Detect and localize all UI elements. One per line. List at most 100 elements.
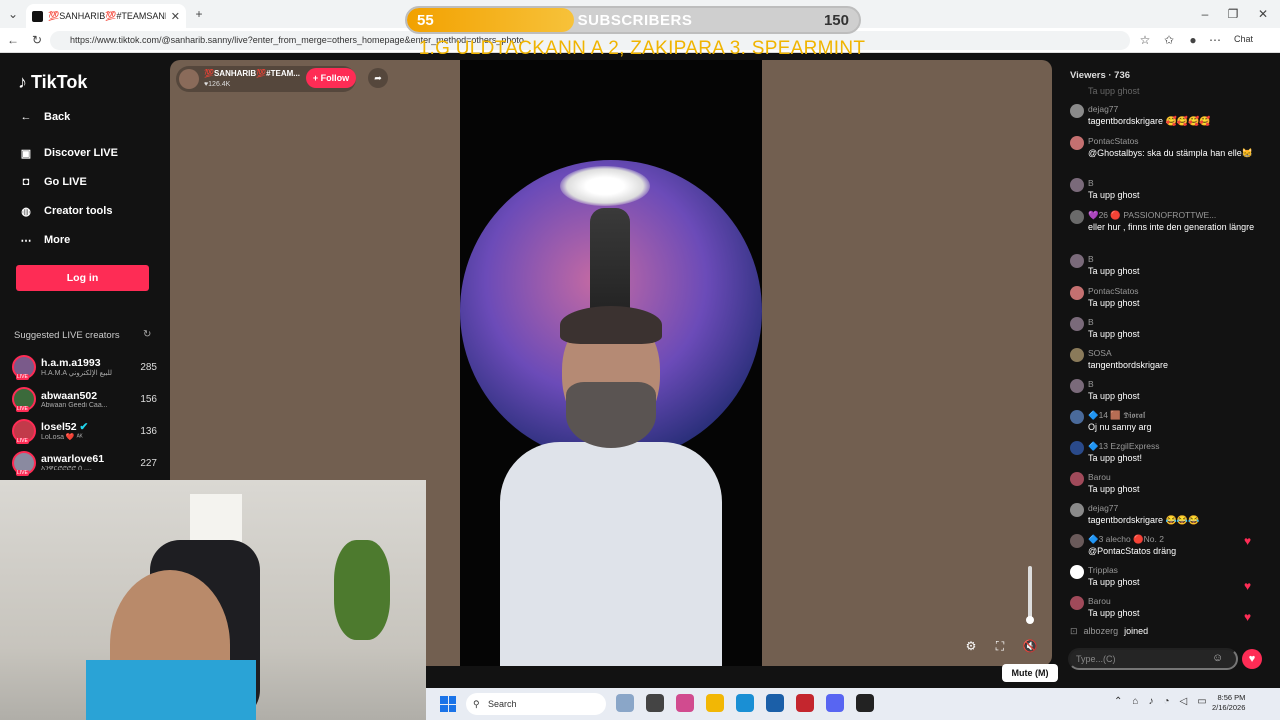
chat-username[interactable]: B (1088, 379, 1094, 389)
nav-discover-live[interactable]: ▣ Discover LIVE (18, 145, 118, 161)
live-video[interactable] (460, 60, 762, 666)
refresh-icon[interactable]: ↻ (143, 329, 151, 340)
window-close-icon[interactable]: ✕ (1254, 5, 1272, 23)
share-icon[interactable]: ➦ (368, 68, 388, 88)
file-explorer-icon[interactable] (706, 694, 724, 712)
avatar[interactable] (1070, 317, 1084, 331)
chat-username[interactable]: Tripplas (1088, 565, 1118, 575)
close-tab-icon[interactable]: ✕ (171, 10, 180, 23)
chat-text: Ta upp ghost (1088, 266, 1140, 276)
edge-icon[interactable] (736, 694, 754, 712)
avatar[interactable] (1070, 441, 1084, 455)
reload-icon[interactable]: ↻ (28, 31, 46, 49)
avatar[interactable] (1070, 379, 1084, 393)
avatar[interactable] (1070, 410, 1084, 424)
chat-username[interactable]: PontacStatos (1088, 136, 1139, 146)
chat-username[interactable]: dejag77 (1088, 104, 1118, 114)
mute-speaker-icon[interactable]: 🔇 (1020, 636, 1040, 656)
volume-slider[interactable] (1028, 566, 1032, 622)
windows-start-icon[interactable] (440, 696, 456, 712)
obs-icon[interactable] (856, 694, 874, 712)
profile-icon[interactable]: ● (1184, 31, 1202, 49)
avatar[interactable] (1070, 534, 1084, 548)
maximize-icon[interactable]: ❐ (1224, 5, 1242, 23)
avatar: LIVE (12, 387, 36, 412)
gift-heart-icon[interactable]: ♥ (1242, 649, 1262, 669)
chat-text: Ta upp ghost (1088, 190, 1140, 200)
chat-username[interactable]: 🔷3 alecho 🔴No. 2 (1088, 534, 1164, 545)
favorites-icon[interactable]: ✩ (1160, 31, 1178, 49)
avatar[interactable] (1070, 472, 1084, 486)
settings-gear-icon[interactable]: ⚙ (961, 636, 981, 656)
tab-search-icon[interactable]: ⌄ (4, 5, 22, 23)
host-avatar[interactable] (179, 69, 199, 89)
taskbar-search[interactable]: ⚲ Search (466, 693, 606, 715)
avatar[interactable] (1070, 104, 1084, 118)
browser-tab[interactable]: 💯SANHARIB💯#TEAMSANHARIB ✕ (26, 4, 186, 28)
speaker-icon[interactable]: ◁ (1179, 696, 1187, 707)
bulb-icon: ◍ (21, 205, 31, 218)
chat-username[interactable]: B (1088, 178, 1094, 188)
follow-button[interactable]: + Follow (306, 68, 356, 88)
chat-username[interactable]: dejag77 (1088, 503, 1118, 513)
back-label: Back (44, 111, 71, 123)
calendar-icon: ▣ (20, 147, 32, 160)
viewer-count-header[interactable]: Viewers · 736 (1070, 70, 1130, 81)
battery-icon[interactable]: ▭ (1197, 696, 1206, 707)
volume-knob[interactable] (1026, 616, 1034, 624)
avatar[interactable] (1070, 596, 1084, 610)
taskbar-clock[interactable]: 8:56 PM 2/16/2026 (1212, 693, 1245, 713)
minimize-icon[interactable]: – (1196, 5, 1214, 23)
avatar[interactable] (1070, 565, 1084, 579)
chat-username[interactable]: SOSA (1088, 348, 1112, 358)
network-icon[interactable]: ⌂ (1132, 696, 1138, 707)
system-tray[interactable]: ⌃ ⌂ ♪ ◔ ◁ ▭ (1114, 696, 1207, 707)
creator-item[interactable]: LIVE losel52 ✔ LoLosa ❤️ ᴬᴷ 136 (12, 417, 157, 445)
store-icon[interactable] (766, 694, 784, 712)
chat-username[interactable]: PontacStatos (1088, 286, 1139, 296)
discord-icon[interactable] (826, 694, 844, 712)
chat-username[interactable]: 🔷13 EzgilExpress (1088, 441, 1160, 452)
nav-go-live[interactable]: ◘ Go LIVE (18, 174, 87, 190)
back-button[interactable]: ← Back (18, 109, 71, 125)
fullscreen-icon[interactable]: ⛶ (990, 636, 1010, 656)
joined-user[interactable]: albozerg (1084, 626, 1119, 637)
chat-username[interactable]: Barou (1088, 596, 1111, 606)
bookmark-star-icon[interactable]: ☆ (1136, 31, 1154, 49)
menu-dots-icon[interactable]: ⋯ (1206, 31, 1224, 49)
avatar[interactable] (1070, 210, 1084, 224)
chat-username[interactable]: 💜26 🔴 PASSIONOFROTTWE... (1088, 210, 1216, 221)
creator-item[interactable]: LIVE anwarlove61 አንዋርሮሮሮሮ ሰ .... 227 (12, 449, 157, 477)
creator-item[interactable]: LIVE abwaan502 Abwaan Geedi Caa... 156 (12, 385, 157, 413)
tiktok-logo[interactable]: ♪ TikTok (18, 72, 87, 93)
nav-creator-tools[interactable]: ◍ Creator tools (18, 203, 112, 219)
copilot-icon[interactable] (676, 694, 694, 712)
chevron-up-icon[interactable]: ⌃ (1114, 696, 1122, 707)
widgets-icon[interactable] (616, 694, 634, 712)
avatar[interactable] (1070, 136, 1084, 150)
chat-username[interactable]: B (1088, 254, 1094, 264)
avatar[interactable] (1070, 503, 1084, 517)
copilot-chat-button[interactable]: Chat (1234, 34, 1253, 44)
chat-username[interactable]: B (1088, 317, 1094, 327)
emoji-icon[interactable]: ☺ (1212, 652, 1223, 664)
host-name[interactable]: 💯SANHARIB💯#TEAM... (204, 69, 304, 78)
avatar[interactable] (1070, 286, 1084, 300)
avatar[interactable] (1070, 178, 1084, 192)
back-arrow-icon[interactable]: ← (4, 31, 22, 49)
acrobat-icon[interactable] (796, 694, 814, 712)
nav-more[interactable]: ⋯ More (18, 232, 71, 248)
chat-username[interactable]: 🔷14 🟫 𝕯𝖎𝖔𝖗𝖆𝖑 (1088, 410, 1145, 421)
clock-time: 8:56 PM (1217, 693, 1246, 702)
wifi-icon[interactable]: ◔ (1163, 696, 1169, 707)
tiktok-sidebar: ♪ TikTok ← Back ▣ Discover LIVE ◘ Go LIV… (0, 54, 170, 484)
creator-item[interactable]: LIVE h.a.m.a1993 H.A.M.A للبيع الإلكتروني… (12, 353, 157, 381)
chat-text: @PontacStatos dräng (1088, 546, 1177, 556)
login-button[interactable]: Log in (16, 265, 149, 291)
chat-username[interactable]: Barou (1088, 472, 1111, 482)
task-view-icon[interactable] (646, 694, 664, 712)
avatar[interactable] (1070, 348, 1084, 362)
new-tab-icon[interactable]: + (190, 5, 208, 23)
microphone-icon[interactable]: ♪ (1148, 696, 1153, 707)
avatar[interactable] (1070, 254, 1084, 268)
